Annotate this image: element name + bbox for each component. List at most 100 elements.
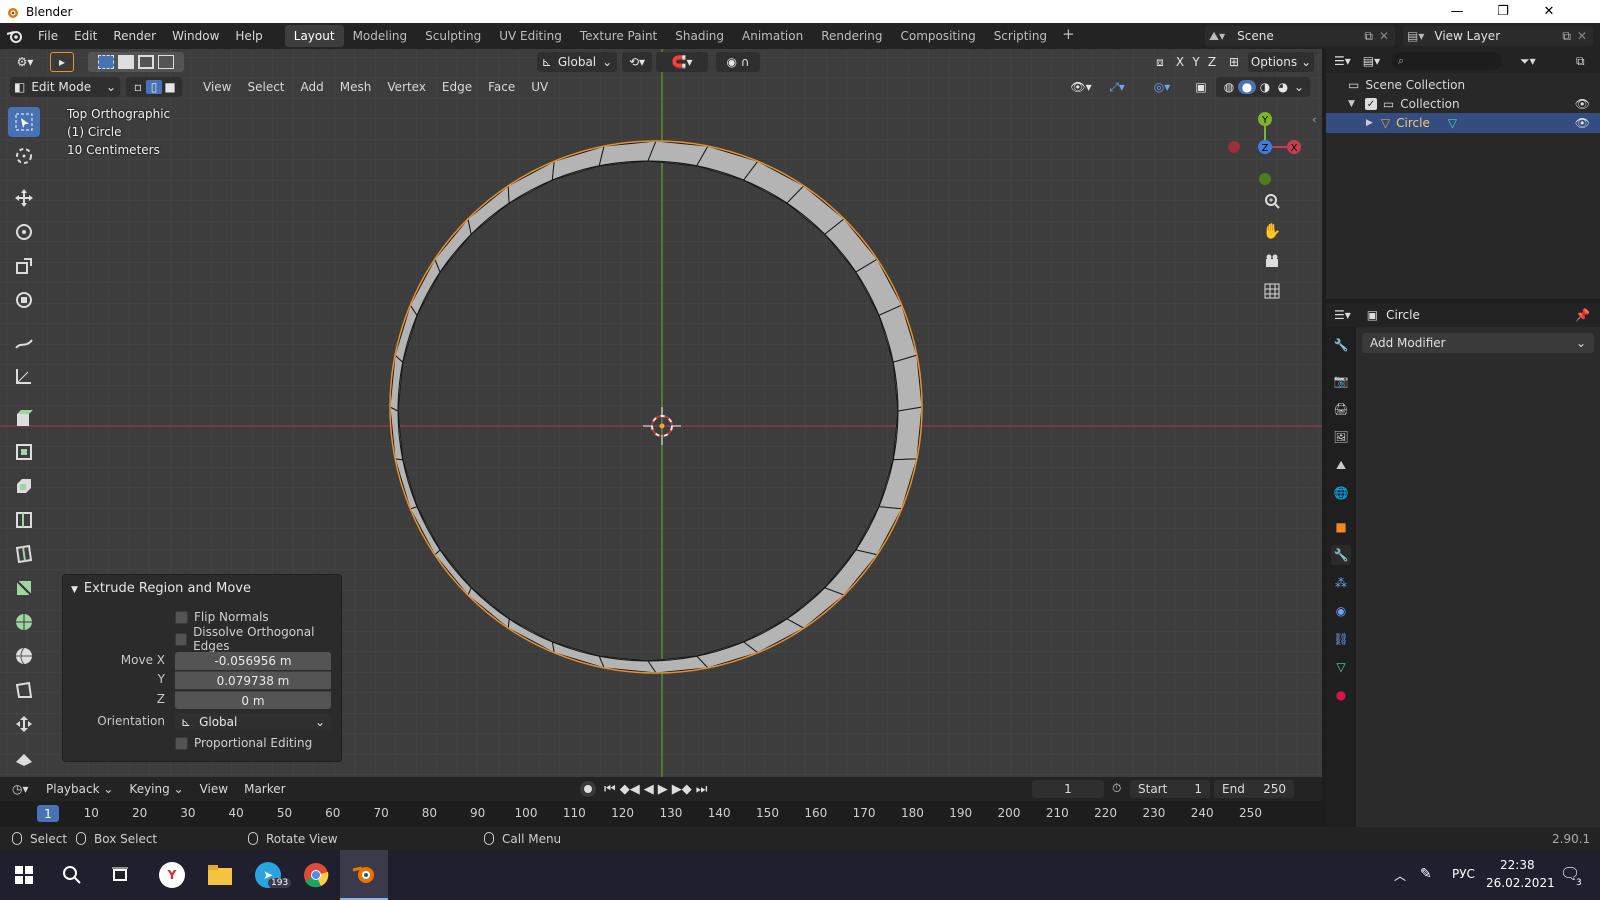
tab-rendering[interactable]: Rendering — [812, 25, 891, 47]
menu-face[interactable]: Face — [480, 80, 523, 94]
overlay-toggle-icon[interactable]: ◎▾ — [1146, 77, 1178, 97]
transform-tool-icon[interactable] — [8, 285, 40, 315]
cursor-tool-icon[interactable] — [8, 141, 40, 171]
object-tab-icon[interactable]: ■ — [1331, 517, 1351, 537]
visibility-icon[interactable]: 👁▾ — [1066, 77, 1096, 97]
inset-tool-icon[interactable] — [8, 471, 40, 501]
constraints-tab-icon[interactable]: ⛓ — [1331, 629, 1351, 649]
mode-dropdown[interactable]: ◧ Edit Mode ⌄ — [10, 77, 120, 97]
edge-select-icon[interactable]: ▯ — [146, 80, 162, 94]
prev-keyframe-icon[interactable]: ◆◀ — [620, 782, 640, 797]
menu-select[interactable]: Select — [239, 80, 292, 94]
mirror-y[interactable]: Y — [1188, 52, 1204, 72]
add-workspace-icon[interactable]: + — [1056, 25, 1081, 47]
select-mode-buttons[interactable] — [88, 52, 184, 72]
select-subtract-icon[interactable] — [138, 55, 154, 69]
chevron-down-icon[interactable]: ⌄ — [1292, 80, 1306, 94]
scene-selector[interactable]: ⛰▾ Scene ⧉ ✕ — [1205, 26, 1395, 46]
menu-mesh[interactable]: Mesh — [332, 80, 380, 94]
menu-edit[interactable]: Edit — [66, 25, 105, 47]
tab-texture-paint[interactable]: Texture Paint — [571, 25, 666, 47]
navigation-gizmo[interactable]: Y X Z — [1222, 109, 1312, 199]
rendered-shading-icon[interactable]: ◕ — [1274, 80, 1292, 94]
select-tool-icon[interactable]: ▸ — [50, 52, 74, 72]
edge-slide-tool-icon[interactable] — [8, 709, 40, 739]
expand-arrow-icon[interactable]: ▼ — [1348, 99, 1355, 109]
eye-icon[interactable]: 👁 — [1575, 97, 1590, 111]
timeline-editor-type-icon[interactable]: ◷▾ — [12, 782, 38, 796]
face-select-icon[interactable]: ■ — [162, 80, 178, 94]
start-frame-field[interactable]: Start 1 — [1130, 780, 1210, 798]
ortho-grid-icon[interactable] — [1260, 279, 1284, 303]
tab-uv-editing[interactable]: UV Editing — [490, 25, 571, 47]
move-z-field[interactable]: 0 m — [175, 691, 331, 709]
play-icon[interactable]: ▶ — [658, 782, 668, 797]
view-layer-tab-icon[interactable]: 🖼 — [1331, 427, 1351, 447]
spin-tool-icon[interactable] — [8, 641, 40, 671]
world-tab-icon[interactable]: 🌐 — [1331, 483, 1351, 503]
orientation-dropdown[interactable]: ⊾ Global ⌄ — [175, 713, 331, 731]
delete-scene-icon[interactable]: ✕ — [1379, 29, 1389, 43]
maximize-button[interactable]: ❐ — [1480, 0, 1526, 23]
tab-layout[interactable]: Layout — [284, 25, 344, 47]
view-layer-selector[interactable]: ▤▾ View Layer ⧉ ✕ — [1403, 26, 1593, 46]
smooth-tool-icon[interactable] — [8, 675, 40, 705]
3d-viewport[interactable]: ⚙▾ ▸ ⊾ Global ⌄ ⟲▾ 🧲▾ ◉ ∩ ⧈ X Y Z ⊞ Opti… — [0, 49, 1322, 777]
editor-type-icon[interactable]: ⚙▾ — [10, 52, 40, 72]
menu-uv[interactable]: UV — [523, 80, 556, 94]
jump-start-icon[interactable]: ⏮ — [604, 782, 616, 797]
menu-render[interactable]: Render — [105, 25, 164, 47]
chrome-icon[interactable] — [292, 850, 340, 900]
sidebar-toggle-icon[interactable]: ‹ — [1312, 113, 1316, 126]
eye-icon[interactable]: 👁 — [1575, 116, 1590, 130]
next-keyframe-icon[interactable]: ▶◆ — [672, 782, 692, 797]
zoom-icon[interactable] — [1260, 189, 1284, 213]
auto-merge-icon[interactable]: ⊞ — [1226, 52, 1242, 72]
tab-shading[interactable]: Shading — [666, 25, 733, 47]
clock-time[interactable]: 22:38 — [1500, 858, 1535, 872]
material-tab-icon[interactable]: ● — [1331, 685, 1351, 705]
jump-end-icon[interactable]: ⏭ — [696, 782, 708, 797]
pan-hand-icon[interactable]: ✋ — [1260, 219, 1284, 243]
tab-sculpting[interactable]: Sculpting — [416, 25, 490, 47]
end-frame-field[interactable]: End 250 — [1214, 780, 1294, 798]
scale-tool-icon[interactable] — [8, 251, 40, 281]
scene-tab-icon[interactable]: ⛰ — [1331, 455, 1351, 475]
outliner-row-circle[interactable]: ▶ ▽ Circle ▽ 👁 — [1326, 113, 1600, 133]
camera-view-icon[interactable] — [1260, 249, 1284, 273]
menu-marker[interactable]: Marker — [236, 782, 293, 796]
render-tab-icon[interactable]: 📷 — [1331, 371, 1351, 391]
measure-tool-icon[interactable] — [8, 361, 40, 391]
physics-tab-icon[interactable]: ◉ — [1331, 601, 1351, 621]
dissolve-edges-checkbox[interactable]: Dissolve Orthogonal Edges — [175, 625, 341, 653]
select-extend-icon[interactable] — [118, 55, 134, 69]
bevel-tool-icon[interactable] — [8, 505, 40, 535]
checkbox-icon[interactable] — [175, 632, 188, 646]
modifier-tab-icon[interactable]: 🔧 — [1331, 545, 1351, 565]
outliner-row-scene-collection[interactable]: ▭ Scene Collection — [1326, 75, 1600, 95]
output-tab-icon[interactable]: 🖨 — [1331, 399, 1351, 419]
annotate-tool-icon[interactable] — [8, 327, 40, 357]
tool-tab-icon[interactable]: 🔧 — [1331, 335, 1351, 355]
material-shading-icon[interactable]: ◑ — [1256, 80, 1274, 94]
shrink-fatten-tool-icon[interactable] — [8, 743, 40, 773]
extrude-tool-icon[interactable] — [8, 437, 40, 467]
wireframe-shading-icon[interactable]: ◍ — [1220, 80, 1238, 94]
move-tool-icon[interactable] — [8, 183, 40, 213]
filter-icon[interactable]: ⏷▾ — [1520, 54, 1536, 69]
menu-timeline-view[interactable]: View — [192, 782, 236, 796]
display-mode-icon[interactable]: ▤▾ — [1363, 54, 1380, 68]
mirror-icon[interactable]: ⧈ — [1150, 52, 1170, 72]
pivot-point-icon[interactable]: ⟲▾ — [622, 52, 652, 72]
record-icon[interactable] — [580, 781, 596, 797]
menu-view[interactable]: View — [195, 80, 239, 94]
menu-keying[interactable]: Keying ⌄ — [121, 782, 191, 796]
mirror-x[interactable]: X — [1172, 52, 1188, 72]
file-explorer-icon[interactable] — [196, 850, 244, 900]
solid-shading-icon[interactable]: ● — [1238, 80, 1256, 94]
select-new-icon[interactable] — [98, 55, 114, 69]
task-view-icon[interactable] — [96, 850, 144, 900]
expand-arrow-icon[interactable]: ▶ — [1366, 118, 1373, 128]
mesh-data-icon[interactable]: ▽ — [1448, 116, 1457, 130]
move-x-field[interactable]: -0.056956 m — [175, 652, 331, 670]
